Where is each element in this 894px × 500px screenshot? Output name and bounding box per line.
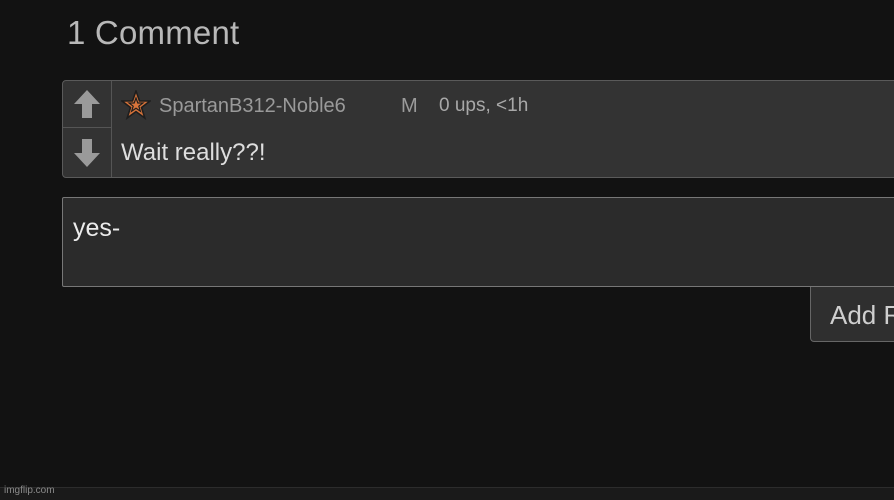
- add-reply-button[interactable]: Add Reply: [810, 287, 894, 342]
- downvote-button[interactable]: [63, 129, 111, 176]
- arrow-down-icon: [74, 138, 100, 167]
- comment-text: Wait really??!: [121, 139, 266, 166]
- arrow-up-icon: [74, 90, 100, 118]
- comments-page: 1 Comment SpartanB312-Noble6 M 0 ups, <1…: [0, 0, 894, 500]
- star-badge-icon: [121, 90, 151, 120]
- comment-card: SpartanB312-Noble6 M 0 ups, <1h Wait rea…: [62, 80, 894, 178]
- user-gender: M: [401, 95, 418, 117]
- vote-column: [63, 81, 112, 177]
- reply-input[interactable]: yes-: [62, 197, 894, 287]
- comment-meta: 0 ups, <1h: [439, 95, 529, 116]
- comments-heading: 1 Comment: [67, 14, 240, 51]
- watermark: imgflip.com: [4, 485, 55, 496]
- comment-username[interactable]: SpartanB312-Noble6: [159, 95, 346, 118]
- bottom-bar: [0, 487, 894, 500]
- upvote-button[interactable]: [63, 81, 111, 128]
